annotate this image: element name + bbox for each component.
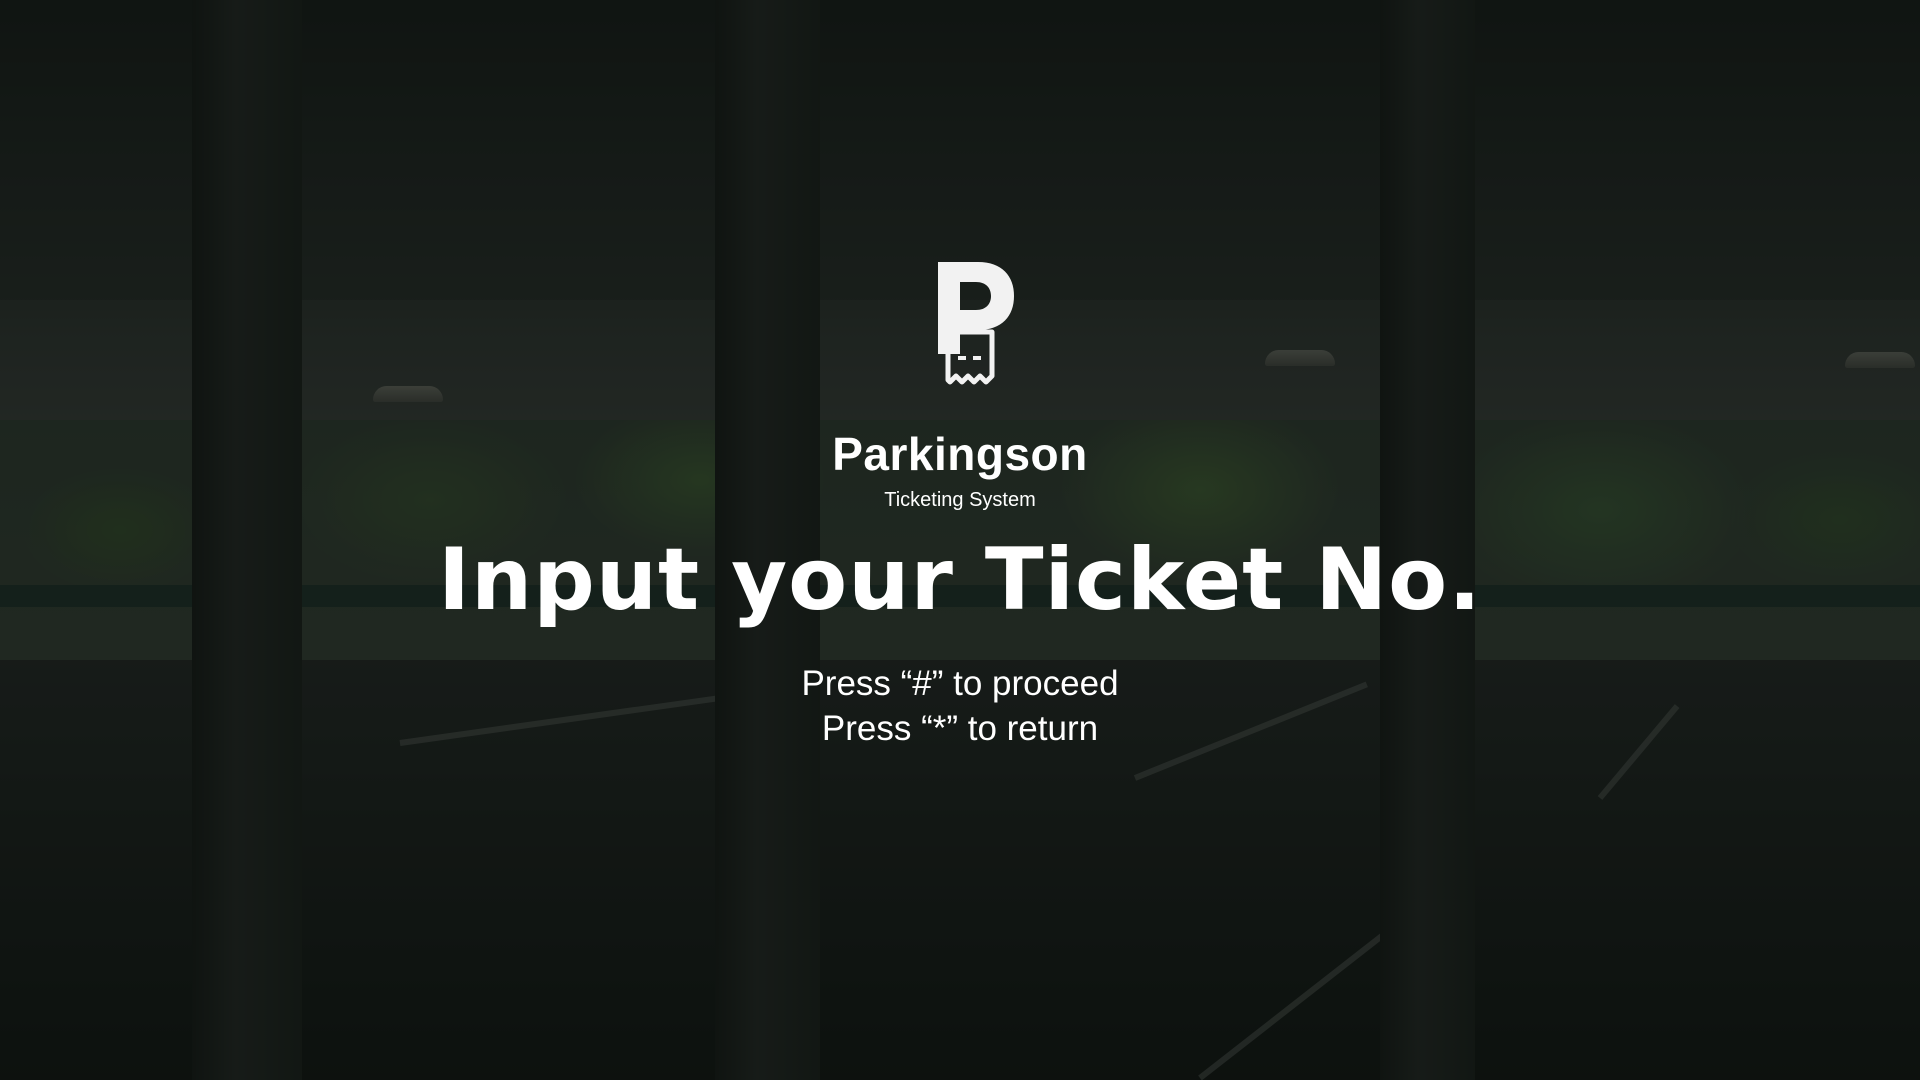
parking-ticket-icon	[938, 262, 1014, 385]
brand-subtitle: Ticketing System	[884, 489, 1036, 511]
page-title: Input your Ticket No.	[438, 530, 1482, 630]
prompt-panel: Parkingson Ticketing System Input your T…	[0, 0, 1920, 1080]
instruction-return: Press “*” to return	[821, 709, 1099, 748]
instruction-proceed: Press “#” to proceed	[801, 664, 1119, 703]
brand-name: Parkingson	[832, 428, 1088, 480]
kiosk-screen: Parkingson Ticketing System Input your T…	[0, 0, 1920, 1080]
